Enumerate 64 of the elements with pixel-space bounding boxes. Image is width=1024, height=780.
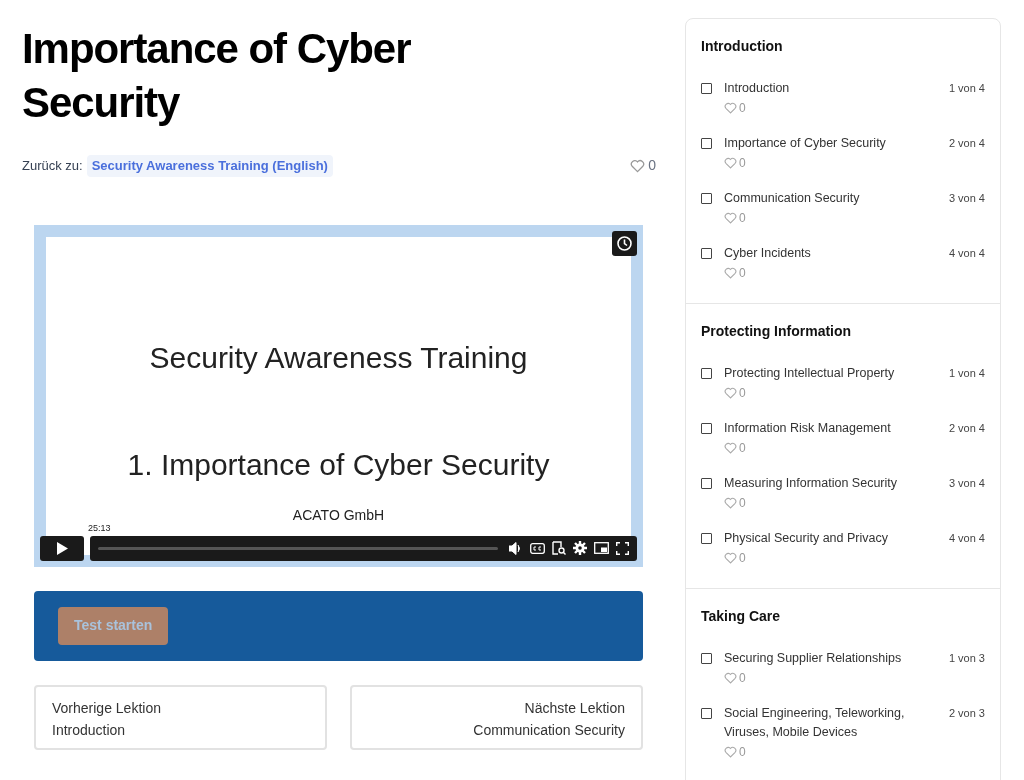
page-title: Importance of Cyber Security (22, 24, 412, 128)
lesson-link[interactable]: Information Risk Management (724, 419, 914, 438)
next-lesson-link[interactable]: Nächste Lektion Communication Security (350, 684, 643, 750)
like-count: 0 (739, 100, 746, 117)
like-count: 0 (739, 744, 746, 761)
lesson-checkbox[interactable] (701, 478, 712, 489)
lesson-link[interactable]: Social Engineering, Teleworking, Viruses, Mobile Devices (724, 704, 914, 742)
like-count: 0 (739, 670, 746, 687)
lesson-position: 4 von 4 (948, 531, 985, 546)
lesson-position: 2 von 4 (948, 421, 985, 436)
lesson-link[interactable]: Cyber Incidents (724, 244, 914, 263)
play-icon (56, 541, 68, 555)
lesson-position: 3 von 4 (948, 476, 985, 491)
lesson-link[interactable]: Communication Security (724, 189, 914, 208)
breadcrumb-label: Zurück zu: (22, 157, 83, 175)
lesson-position: 1 von 4 (948, 81, 985, 96)
lesson-link[interactable]: Importance of Cyber Security (724, 134, 914, 153)
course-link[interactable]: Security Awareness Training (English) (86, 155, 333, 177)
fullscreen-icon[interactable] (616, 541, 629, 555)
clock-icon[interactable] (612, 230, 637, 256)
like-count: 0 (648, 156, 656, 176)
lesson-position: 2 von 4 (948, 136, 985, 151)
like-count: 0 (739, 550, 746, 567)
lesson-checkbox[interactable] (701, 368, 712, 379)
like-count: 0 (739, 440, 746, 457)
lesson-checkbox[interactable] (701, 708, 712, 719)
heart-icon[interactable] (630, 158, 646, 173)
lesson-position: 3 von 4 (948, 191, 985, 206)
slide-footer: ACATO GmbH (292, 504, 385, 526)
lesson-checkbox[interactable] (701, 423, 712, 434)
transcript-icon[interactable] (552, 541, 566, 555)
lesson-link[interactable]: Physical Security and Privacy (724, 529, 914, 548)
lesson-position: 2 von 3 (948, 706, 985, 721)
settings-icon[interactable] (573, 541, 587, 555)
lesson-position: 4 von 4 (948, 246, 985, 261)
slide-title: Security Awareness Training (149, 339, 528, 376)
timestamp: 25:13 (86, 522, 113, 534)
lesson-checkbox[interactable] (701, 83, 712, 94)
lesson-checkbox[interactable] (701, 138, 712, 149)
picture-in-picture-icon[interactable] (594, 542, 609, 554)
lesson-checkbox[interactable] (701, 653, 712, 664)
captions-icon[interactable] (530, 542, 545, 554)
lesson-checkbox[interactable] (701, 248, 712, 259)
lesson-link[interactable]: Introduction (724, 79, 914, 98)
section-heading: Introduction (701, 37, 784, 56)
volume-icon[interactable] (509, 541, 523, 555)
section-heading: Protecting Information (701, 322, 853, 341)
lesson-link[interactable]: Securing Supplier Relationships (724, 649, 914, 668)
section-heading: Taking Care (701, 607, 782, 626)
previous-lesson-link[interactable]: Vorherige Lektion Introduction (34, 684, 327, 750)
like-count: 0 (739, 210, 746, 227)
lesson-position: 1 von 3 (948, 651, 985, 666)
like-count: 0 (739, 385, 746, 402)
lesson-position: 1 von 4 (948, 366, 985, 381)
progress-track[interactable] (98, 546, 498, 550)
lesson-checkbox[interactable] (701, 193, 712, 204)
slide-subtitle: 1. Importance of Cyber Security (127, 446, 550, 483)
like-count: 0 (739, 155, 746, 172)
lesson-link[interactable]: Measuring Information Security (724, 474, 914, 493)
like-count: 0 (739, 495, 746, 512)
lesson-checkbox[interactable] (701, 533, 712, 544)
lesson-link[interactable]: Protecting Intellectual Property (724, 364, 914, 383)
like-count: 0 (739, 265, 746, 282)
play-button[interactable] (40, 535, 84, 561)
